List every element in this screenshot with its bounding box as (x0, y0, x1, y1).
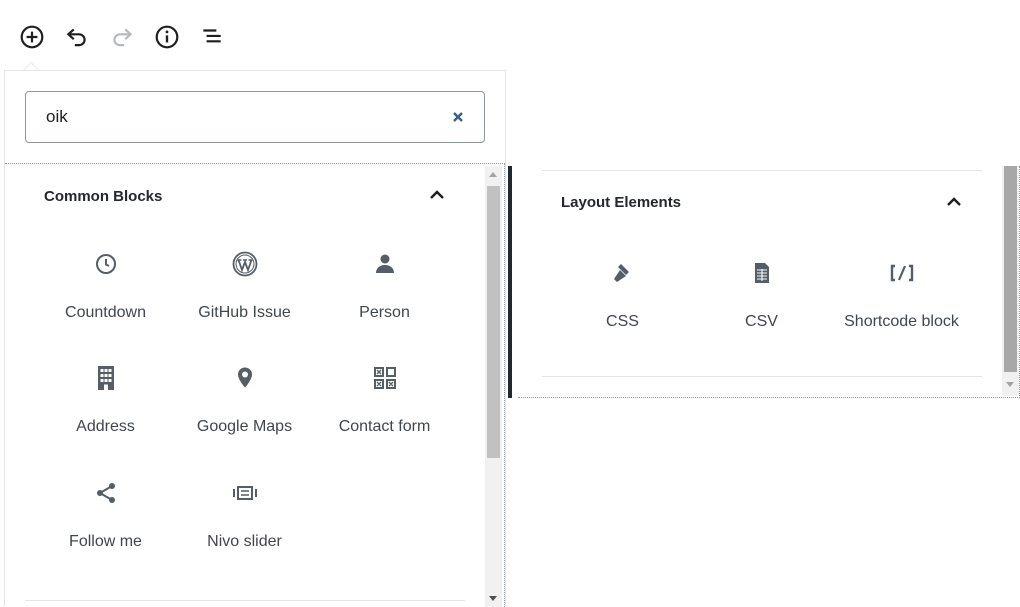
clear-search-button[interactable] (446, 105, 470, 129)
close-icon (453, 112, 463, 122)
person-icon (315, 252, 454, 276)
block-label: Google Maps (196, 418, 293, 435)
undo-button[interactable] (62, 22, 92, 52)
collapse-layout-elements-button[interactable] (944, 191, 964, 211)
layout-elements-content: Layout Elements CSS CSV Shortcode block (518, 166, 1020, 398)
hammer-icon (553, 261, 692, 285)
content-info-button[interactable] (152, 22, 182, 52)
block-countdown[interactable]: Countdown (36, 242, 175, 342)
scroll-up-arrow-icon[interactable] (489, 172, 497, 177)
block-label: Person (359, 304, 410, 321)
block-label: CSS (606, 313, 639, 330)
editor-toolbar (0, 0, 1020, 70)
scroll-down-arrow-icon[interactable] (1006, 382, 1014, 387)
slides-icon (175, 481, 314, 505)
panel-title-common-blocks: Common Blocks (44, 188, 163, 205)
search-results: Common Blocks Countdown GitHub Issue Per… (5, 163, 505, 607)
block-csv[interactable]: CSV (692, 251, 831, 351)
panel-divider (542, 170, 982, 171)
shortcode-icon (832, 261, 971, 285)
block-label: Address (76, 418, 135, 435)
block-google-maps[interactable]: Google Maps (175, 356, 314, 456)
add-block-button[interactable] (17, 22, 47, 52)
block-css[interactable]: CSS (553, 251, 692, 351)
block-label: Countdown (65, 304, 146, 321)
chevron-up-icon (430, 190, 444, 199)
forms-icon (315, 366, 454, 390)
scroll-thumb[interactable] (1004, 166, 1017, 372)
scroll-down-arrow-icon[interactable] (489, 596, 497, 601)
block-navigation-button[interactable] (197, 22, 227, 52)
block-person[interactable]: Person (315, 242, 454, 342)
list-icon (203, 29, 221, 43)
panel-divider (542, 376, 982, 377)
block-label: Contact form (338, 418, 431, 435)
block-label: GitHub Issue (198, 304, 291, 321)
block-label: CSV (745, 313, 778, 330)
block-address[interactable]: Address (36, 356, 175, 456)
undo-icon (66, 28, 86, 47)
block-nivo-slider[interactable]: Nivo slider (175, 471, 314, 571)
info-icon (155, 25, 179, 49)
location-pin-icon (175, 366, 314, 390)
layout-elements-panel: Layout Elements CSS CSV Shortcode block (508, 166, 1020, 398)
chevron-up-icon (947, 197, 961, 206)
redo-icon (113, 28, 133, 47)
plus-circle-icon (20, 25, 44, 49)
search-box (25, 91, 485, 143)
block-contact-form[interactable]: Contact form (315, 356, 454, 456)
block-label: Follow me (69, 533, 142, 550)
redo-button[interactable] (107, 22, 137, 52)
building-icon (36, 366, 175, 390)
collapse-common-blocks-button[interactable] (427, 184, 447, 204)
block-shortcode[interactable]: Shortcode block (832, 251, 971, 351)
search-input[interactable] (26, 92, 446, 142)
share-icon (36, 481, 175, 505)
block-label: Nivo slider (207, 533, 282, 550)
block-inserter: Common Blocks Countdown (4, 70, 506, 607)
block-label: Shortcode block (844, 313, 959, 330)
panel-title-layout-elements: Layout Elements (561, 194, 682, 211)
media-spreadsheet-icon (692, 261, 831, 285)
layout-scrollbar[interactable] (1002, 166, 1019, 396)
results-scrollbar[interactable] (485, 166, 502, 607)
block-github-issue[interactable]: GitHub Issue (175, 242, 314, 342)
wordpress-icon (175, 251, 314, 277)
panel-divider (25, 600, 465, 601)
block-follow-me[interactable]: Follow me (36, 471, 175, 571)
scroll-thumb[interactable] (487, 186, 500, 458)
clock-icon (36, 252, 175, 276)
